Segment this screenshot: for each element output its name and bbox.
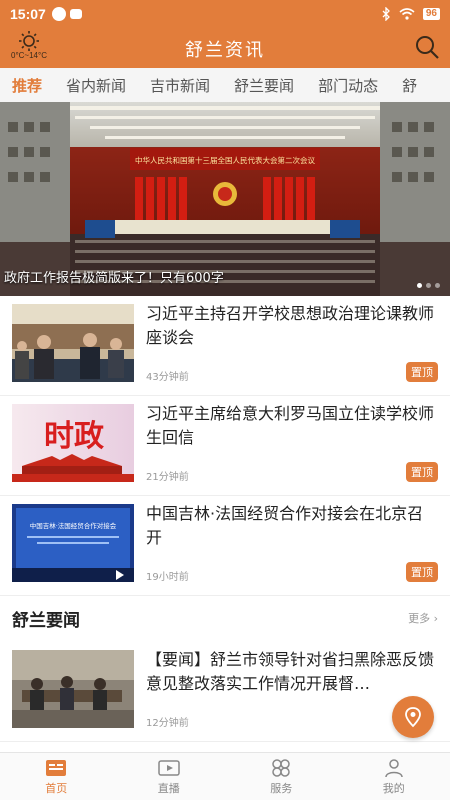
banner-dot[interactable] [435,283,440,288]
news-thumbnail: 时政 [12,404,134,482]
tab-jilin-city-news[interactable]: 吉市新闻 [138,75,222,96]
battery-indicator: 96 [422,8,440,20]
home-news-icon [46,759,67,776]
more-link[interactable]: 更多 › [408,610,438,626]
news-time: 21分钟前 [146,472,189,483]
tab-province-news[interactable]: 省内新闻 [54,75,138,96]
news-time: 12分钟前 [146,718,189,729]
banner-pagination [417,283,440,288]
news-title: 【要闻】舒兰市领导针对省扫黑除恶反馈意见整改落实工作情况开展督… [146,650,435,693]
nav-services-label: 服务 [270,781,293,795]
services-grid-icon [272,758,290,777]
nav-profile-label: 我的 [382,781,405,795]
users-icon [69,9,82,19]
nav-live[interactable]: 直播 [113,753,226,800]
news-item[interactable]: 习近平主持召开学校思想政治理论课教师座谈会 43分钟前 置顶 [0,296,450,396]
tab-recommend[interactable]: 推荐 [0,75,54,96]
section-title: 舒兰要闻 [12,611,80,631]
pinned-badge: 置顶 [406,362,438,382]
more-label: 更多 [408,612,431,625]
user-icon [385,758,403,777]
banner-dot[interactable] [417,283,422,288]
section-header: 舒兰要闻 更多 › [0,596,450,636]
wifi-icon [399,8,415,20]
news-title: 中国吉林·法国经贸合作对接会在北京召开 [146,504,424,547]
news-title: 习近平主持召开学校思想政治理论课教师座谈会 [146,304,435,347]
tab-shulan-news[interactable]: 舒兰要闻 [222,75,306,96]
news-thumbnail [12,650,134,728]
app-title: 舒兰资讯 [185,40,265,61]
search-button[interactable] [414,34,440,64]
thumb-text: 中国吉林·法国经贸合作对接会 [30,521,117,530]
bluetooth-icon [382,7,390,21]
pinned-badge: 置顶 [406,562,438,582]
news-title: 习近平主席给意大利罗马国立住读学校师生回信 [146,404,435,447]
nav-live-label: 直播 [157,781,180,795]
pinned-badge: 置顶 [406,462,438,482]
app-header: 0°C~14°C 舒兰资讯 [0,28,450,68]
news-item[interactable]: 中国吉林·法国经贸合作对接会 中国吉林·法国经贸合作对接会在北京召开 19小时前… [0,496,450,596]
news-item[interactable]: 【要闻】舒兰市领导针对省扫黑除恶反馈意见整改落实工作情况开展督… 12分钟前 [0,642,450,742]
status-bar: 15:07 96 [0,0,450,28]
chevron-right-icon: › [433,612,438,625]
nav-profile[interactable]: 我的 [338,753,450,800]
live-tv-icon [158,759,180,776]
news-time: 19小时前 [146,572,189,583]
banner-dot[interactable] [426,283,431,288]
news-time: 43分钟前 [146,372,189,383]
thumb-text: 时政 [44,419,104,454]
nav-home-label: 首页 [45,781,68,795]
tab-department-news[interactable]: 部门动态 [306,75,390,96]
banner-caption: 政府工作报告极简版来了！只有600字 [4,271,224,286]
news-thumbnail: 中国吉林·法国经贸合作对接会 [12,504,134,582]
news-item[interactable]: 时政 习近平主席给意大利罗马国立住读学校师生回信 21分钟前 置顶 [0,396,450,496]
map-pin-icon [405,707,421,728]
search-icon [416,36,439,59]
notification-icon [51,7,66,21]
news-thumbnail [12,304,134,382]
category-tabs: 推荐 省内新闻 吉市新闻 舒兰要闻 部门动态 舒 [0,68,450,102]
status-time: 15:07 [10,6,46,22]
featured-banner[interactable]: 中华人民共和国第十三届全国人民代表大会第二次会议 政府工作报告极简版来了！只有6… [0,102,450,296]
tab-more-partial[interactable]: 舒 [390,75,429,96]
nav-home[interactable]: 首页 [0,753,113,800]
banner-screen-text: 中华人民共和国第十三届全国人民代表大会第二次会议 [135,155,315,165]
nav-services[interactable]: 服务 [225,753,338,800]
location-fab[interactable] [392,696,434,738]
bottom-navigation: 首页 直播 服务 我的 [0,752,450,800]
